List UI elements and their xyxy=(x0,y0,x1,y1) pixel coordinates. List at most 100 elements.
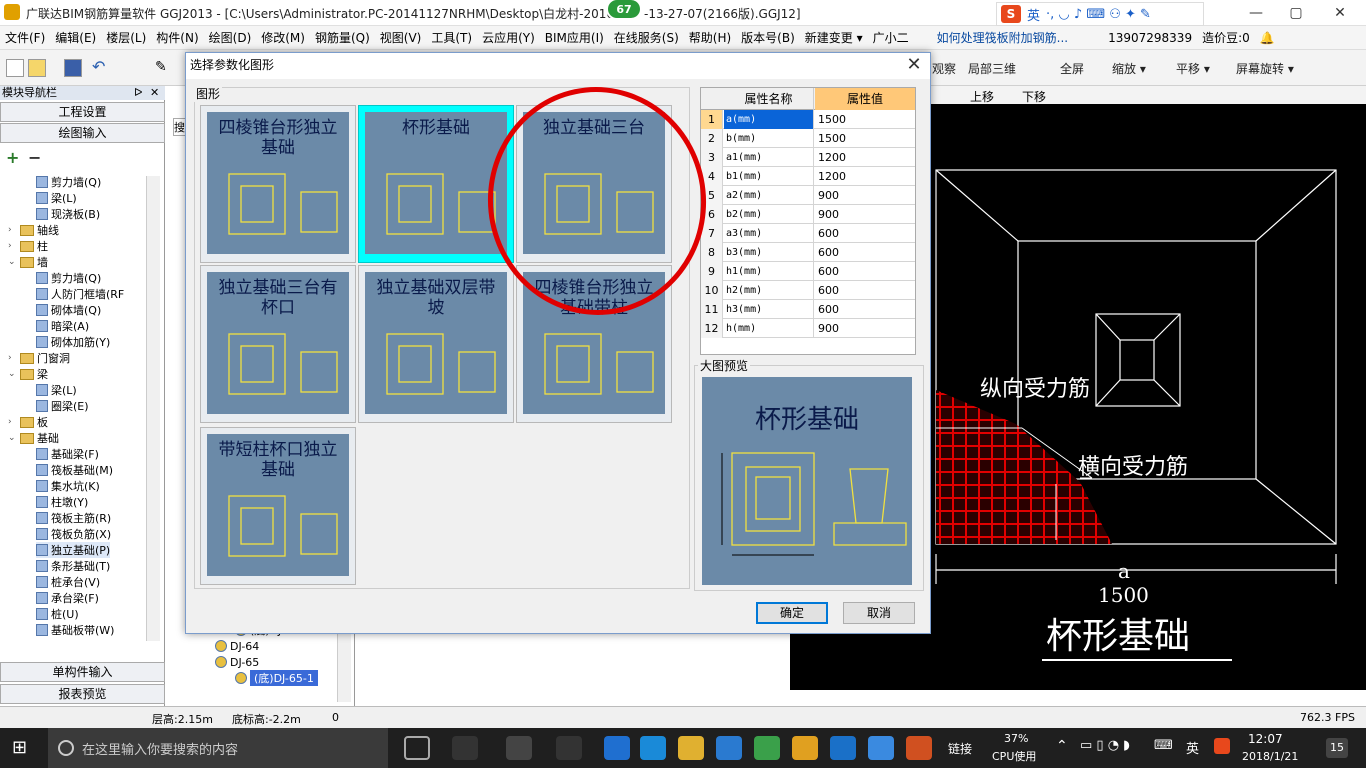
ime-toolbar[interactable]: S 英 ·, ◡ ♪ ⌨ ⚇ ✦ ✎ xyxy=(996,2,1204,26)
taskbar-search[interactable]: 在这里输入你要搜索的内容 xyxy=(48,728,388,768)
tree-item[interactable]: 梁(L) xyxy=(36,190,77,206)
tree-item[interactable]: 基础板带(W) xyxy=(36,622,114,638)
property-row[interactable]: 3 a1(mm) 1200 xyxy=(701,148,915,167)
collapse-all-icon[interactable]: − xyxy=(28,148,41,167)
menu-new-change[interactable]: 新建变更 ▾ xyxy=(800,29,868,46)
tree-item[interactable]: 圈梁(E) xyxy=(36,398,89,414)
list-item[interactable]: (底)DJ-65-1 xyxy=(235,670,318,686)
property-row[interactable]: 2 b(mm) 1500 xyxy=(701,129,915,148)
ok-button[interactable]: 确定 xyxy=(756,602,828,624)
property-row[interactable]: 6 b2(mm) 900 xyxy=(701,205,915,224)
chevron-down-icon[interactable]: ⌄ xyxy=(8,257,18,267)
tree-folder[interactable]: › 柱 xyxy=(8,238,48,254)
tree-folder[interactable]: › 板 xyxy=(8,414,48,430)
property-row[interactable]: 10 h2(mm) 600 xyxy=(701,281,915,300)
menu-tools[interactable]: 工具(T) xyxy=(426,29,477,46)
menu-modify[interactable]: 修改(M) xyxy=(256,29,310,46)
property-row[interactable]: 11 h3(mm) 600 xyxy=(701,300,915,319)
tree-item[interactable]: 条形基础(T) xyxy=(36,558,110,574)
menu-bim[interactable]: BIM应用(I) xyxy=(540,29,609,46)
menu-guangxiaoer[interactable]: 广小二 xyxy=(868,29,914,46)
tree-item[interactable]: 桩承台(V) xyxy=(36,574,100,590)
shape-tile[interactable]: 独立基础三台有杯口 xyxy=(200,265,356,423)
report-preview-button[interactable]: 报表预览 xyxy=(0,684,165,704)
sogou-tray-icon[interactable] xyxy=(1214,738,1230,754)
edge-icon[interactable] xyxy=(604,736,630,760)
fan-app-icon[interactable] xyxy=(452,736,478,760)
green-app-icon[interactable] xyxy=(754,736,780,760)
menu-file[interactable]: 文件(F) xyxy=(0,29,50,46)
tree-item[interactable]: 暗梁(A) xyxy=(36,318,89,334)
edge-legacy-icon[interactable] xyxy=(506,736,532,760)
menu-floor[interactable]: 楼层(L) xyxy=(101,29,151,46)
tree-item[interactable]: 筏板负筋(X) xyxy=(36,526,111,542)
menu-version[interactable]: 版本号(B) xyxy=(736,29,800,46)
close-icon[interactable]: ✕ xyxy=(150,86,159,100)
tool-fullscreen[interactable]: 全屏 xyxy=(1060,60,1084,77)
shape-tile[interactable]: 带短柱杯口独立基础 xyxy=(200,427,356,585)
shape-tile[interactable]: 独立基础双层带坡 xyxy=(358,265,514,423)
tree-item[interactable]: 剪力墙(Q) xyxy=(36,174,101,190)
ggj-app-icon[interactable] xyxy=(830,736,856,760)
property-value[interactable]: 900 xyxy=(815,319,915,338)
minimize-button[interactable]: — xyxy=(1236,2,1276,24)
explorer-icon[interactable] xyxy=(678,736,704,760)
list-scrollbar[interactable] xyxy=(337,632,351,702)
ie-icon[interactable] xyxy=(640,736,666,760)
property-value[interactable]: 1200 xyxy=(815,167,915,186)
dialog-close-button[interactable]: ✕ xyxy=(902,55,926,77)
property-row[interactable]: 8 b3(mm) 600 xyxy=(701,243,915,262)
property-value[interactable]: 600 xyxy=(815,224,915,243)
user-phone[interactable]: 13907298339 xyxy=(1103,31,1197,45)
chevron-right-icon[interactable]: › xyxy=(8,417,18,427)
property-row[interactable]: 5 a2(mm) 900 xyxy=(701,186,915,205)
property-row[interactable]: 7 a3(mm) 600 xyxy=(701,224,915,243)
notification-count[interactable]: 15 xyxy=(1326,738,1348,758)
notes-app-icon[interactable] xyxy=(792,736,818,760)
tool-local-3d[interactable]: 局部三维 xyxy=(968,60,1016,77)
windows-start-icon[interactable]: ⊞ xyxy=(12,738,32,758)
tree-item[interactable]: 砌体墙(Q) xyxy=(36,302,101,318)
draw-input-button[interactable]: 绘图输入 xyxy=(0,123,165,143)
property-value[interactable]: 600 xyxy=(815,262,915,281)
ppt-app-icon[interactable] xyxy=(906,736,932,760)
tool-pan[interactable]: 平移 ▾ xyxy=(1176,60,1210,77)
expand-all-icon[interactable]: + xyxy=(6,148,19,167)
single-component-button[interactable]: 单构件输入 xyxy=(0,662,165,682)
keyboard-icon[interactable]: ⌨ xyxy=(1154,738,1173,753)
open-folder-icon[interactable] xyxy=(28,59,46,77)
g-app-icon[interactable] xyxy=(716,736,742,760)
list-item[interactable]: DJ-65 xyxy=(215,654,259,670)
ime-lang[interactable]: 英 xyxy=(1027,5,1040,24)
chevron-up-icon[interactable]: ⌃ xyxy=(1056,738,1068,754)
property-row[interactable]: 4 b1(mm) 1200 xyxy=(701,167,915,186)
tree-item[interactable]: 人防门框墙(RF xyxy=(36,286,124,302)
tree-folder[interactable]: ⌄ 基础 xyxy=(8,430,59,446)
property-value[interactable]: 1500 xyxy=(815,129,915,148)
tree-item[interactable]: 基础梁(F) xyxy=(36,446,99,462)
menu-view[interactable]: 视图(V) xyxy=(375,29,427,46)
property-row[interactable]: 12 h(mm) 900 xyxy=(701,319,915,338)
property-value[interactable]: 600 xyxy=(815,281,915,300)
save-icon[interactable] xyxy=(64,59,82,77)
price-beans[interactable]: 造价豆:0 xyxy=(1197,29,1255,46)
task-view-icon[interactable] xyxy=(404,736,430,760)
pin-icon[interactable]: ᐅ xyxy=(134,86,142,100)
menu-draw[interactable]: 绘图(D) xyxy=(204,29,257,46)
notification-badge[interactable]: 67 xyxy=(606,0,642,20)
move-up-button[interactable]: 上移 xyxy=(970,88,994,105)
property-value[interactable]: 900 xyxy=(815,205,915,224)
tree-folder[interactable]: ⌄ 梁 xyxy=(8,366,48,382)
property-value[interactable]: 1500 xyxy=(815,110,915,129)
menu-rebar[interactable]: 钢筋量(Q) xyxy=(310,29,375,46)
ime-tools-icon[interactable]: ·, ◡ ♪ ⌨ ⚇ ✦ ✎ xyxy=(1046,7,1151,22)
tree-item[interactable]: 筏板主筋(R) xyxy=(36,510,111,526)
property-value[interactable]: 600 xyxy=(815,300,915,319)
shape-tile[interactable]: 四棱锥台形独立基础 xyxy=(200,105,356,263)
chevron-down-icon[interactable]: ⌄ xyxy=(8,433,18,443)
chevron-down-icon[interactable]: ⌄ xyxy=(8,369,18,379)
pick-icon[interactable]: ✎ xyxy=(155,59,173,77)
new-file-icon[interactable] xyxy=(6,59,24,77)
tree-item[interactable]: 剪力墙(Q) xyxy=(36,270,101,286)
maximize-button[interactable]: ▢ xyxy=(1276,2,1316,24)
